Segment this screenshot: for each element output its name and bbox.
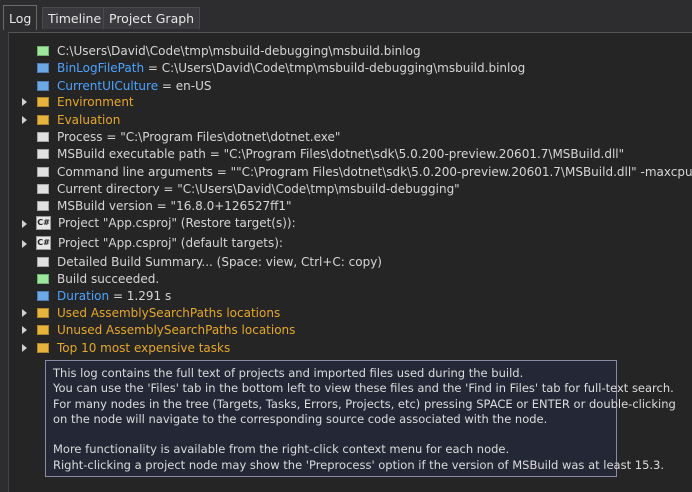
- log-tree-panel[interactable]: C:\Users\David\Code\tmp\msbuild-debuggin…: [8, 32, 692, 492]
- tree-node-label: Used AssemblySearchPaths locations: [57, 306, 281, 320]
- expand-arrow-icon[interactable]: [22, 344, 27, 352]
- tree-node-label: Process = "C:\Program Files\dotnet\dotne…: [57, 130, 341, 144]
- property-name: BinLogFilePath: [57, 61, 145, 75]
- tree-node-label: BinLogFilePath = C:\Users\David\Code\tmp…: [57, 60, 525, 77]
- expand-arrow-icon[interactable]: [22, 98, 27, 106]
- tree-node[interactable]: C# Project "App.csproj" (default targets)…: [9, 235, 692, 252]
- gray-node-icon: [37, 184, 49, 194]
- tree-node-label: Environment: [57, 95, 134, 109]
- orange-node-icon: [37, 115, 49, 125]
- gray-node-icon: [37, 132, 49, 142]
- property-name: CurrentUICulture: [57, 79, 159, 93]
- expand-arrow-icon[interactable]: [22, 326, 27, 334]
- property-value: = en-US: [158, 79, 212, 93]
- property-name: Duration: [57, 289, 110, 303]
- orange-node-icon: [37, 343, 49, 353]
- green-node-icon: [37, 274, 49, 284]
- tree-node[interactable]: Command line arguments = ""C:\Program Fi…: [9, 164, 692, 181]
- tree-node[interactable]: CurrentUICulture = en-US: [9, 78, 692, 95]
- orange-node-icon: [37, 325, 49, 335]
- tree-node[interactable]: MSBuild version = "16.8.0+126527ff1": [9, 198, 692, 215]
- tree-node-label: MSBuild version = "16.8.0+126527ff1": [57, 199, 292, 213]
- expand-arrow-icon[interactable]: [22, 240, 27, 248]
- tab-project-graph[interactable]: Project Graph: [103, 7, 201, 29]
- help-line: More functionality is available from the…: [53, 442, 510, 457]
- help-tooltip: This log contains the full text of proje…: [45, 360, 676, 477]
- tree-node[interactable]: Unused AssemblySearchPaths locations: [9, 322, 692, 339]
- help-line: For many nodes in the tree (Targets, Tas…: [53, 396, 676, 411]
- property-value: = C:\Users\David\Code\tmp\msbuild-debugg…: [144, 61, 526, 75]
- tree-node-label: MSBuild executable path = "C:\Program Fi…: [57, 147, 625, 161]
- expand-arrow-icon[interactable]: [22, 309, 27, 317]
- help-line: Right-clicking a project node may show t…: [53, 457, 665, 472]
- blue-node-icon: [37, 63, 49, 73]
- tree-node-label: Evaluation: [57, 113, 121, 127]
- orange-node-icon: [37, 97, 49, 107]
- gray-node-icon: [37, 257, 49, 267]
- expand-arrow-icon[interactable]: [22, 116, 27, 124]
- tree-node-label: Detailed Build Summary... (Space: view, …: [57, 255, 382, 269]
- gray-node-icon: [37, 201, 49, 211]
- green-node-icon: [37, 46, 49, 56]
- tree-node[interactable]: Duration = 1.291 s: [9, 288, 692, 305]
- tree-node[interactable]: MSBuild executable path = "C:\Program Fi…: [9, 146, 692, 163]
- tree-node-label: Current directory = "C:\Users\David\Code…: [57, 182, 460, 196]
- tree-node[interactable]: Build succeeded.: [9, 271, 692, 288]
- tree-node[interactable]: Process = "C:\Program Files\dotnet\dotne…: [9, 129, 692, 146]
- help-line: This log contains the full text of proje…: [53, 366, 524, 380]
- tree-node[interactable]: Detailed Build Summary... (Space: view, …: [9, 254, 692, 271]
- blue-node-icon: [37, 291, 49, 301]
- tree-node[interactable]: Used AssemblySearchPaths locations: [9, 305, 692, 322]
- tree-node-label: CurrentUICulture = en-US: [57, 78, 211, 95]
- project-icon: C#: [36, 216, 51, 230]
- tree-node[interactable]: Current directory = "C:\Users\David\Code…: [9, 181, 692, 198]
- tree-node-label: Duration = 1.291 s: [57, 288, 171, 305]
- help-line: on the node will navigate to the corresp…: [53, 411, 548, 426]
- tree-node-label: Top 10 most expensive tasks: [57, 341, 231, 355]
- property-value: = 1.291 s: [109, 289, 172, 303]
- tree-node-label: Project "App.csproj" (Restore target(s))…: [58, 216, 296, 230]
- blue-node-icon: [37, 81, 49, 91]
- tree-node[interactable]: C:\Users\David\Code\tmp\msbuild-debuggin…: [9, 43, 692, 60]
- tree-node[interactable]: Evaluation: [9, 112, 692, 129]
- tree-node[interactable]: Top 10 most expensive tasks: [9, 340, 692, 357]
- orange-node-icon: [37, 308, 49, 318]
- project-icon: C#: [36, 236, 51, 250]
- tree-node-label: Build succeeded.: [57, 272, 160, 286]
- tree-node[interactable]: Environment: [9, 94, 692, 111]
- tree-node-label: Command line arguments = ""C:\Program Fi…: [57, 165, 692, 179]
- tree-node-label: Unused AssemblySearchPaths locations: [57, 323, 296, 337]
- expand-arrow-icon[interactable]: [22, 220, 27, 228]
- tree-node[interactable]: BinLogFilePath = C:\Users\David\Code\tmp…: [9, 60, 692, 77]
- help-line: [53, 427, 609, 442]
- gray-node-icon: [37, 167, 49, 177]
- gray-node-icon: [37, 149, 49, 159]
- tab-bar: Log Timeline Project Graph: [0, 0, 692, 32]
- tree-node[interactable]: C# Project "App.csproj" (Restore target(s…: [9, 215, 692, 232]
- tree-node-label: C:\Users\David\Code\tmp\msbuild-debuggin…: [57, 44, 421, 58]
- tab-timeline[interactable]: Timeline: [42, 7, 108, 29]
- tree-node-label: Project "App.csproj" (default targets):: [58, 236, 283, 250]
- tab-log[interactable]: Log: [3, 5, 38, 30]
- help-line: You can use the 'Files' tab in the botto…: [53, 381, 674, 396]
